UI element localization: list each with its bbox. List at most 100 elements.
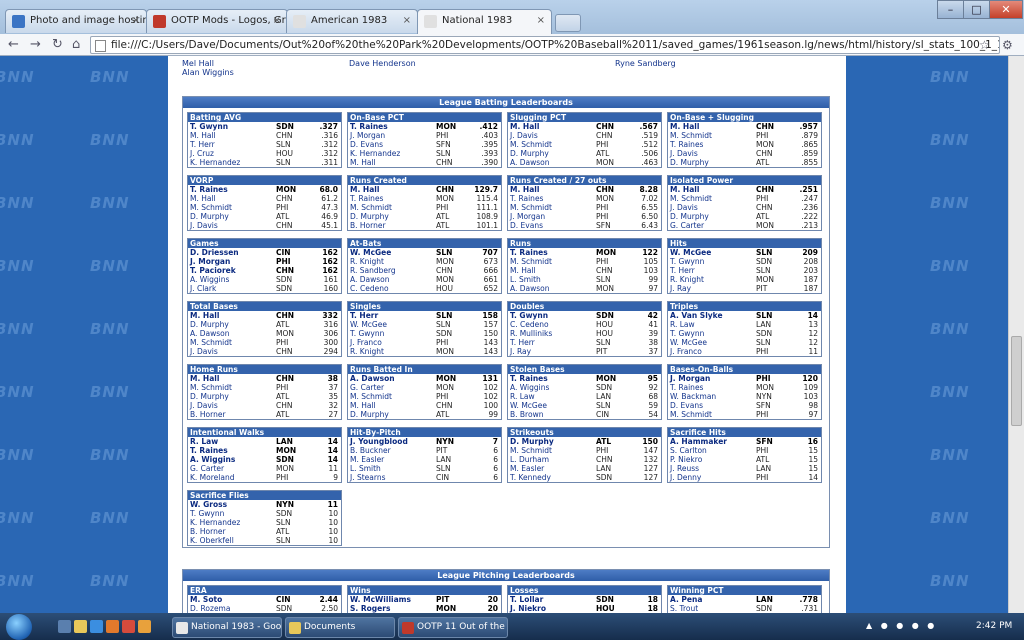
player-link[interactable]: A. Van Slyke [670, 311, 723, 320]
taskbar-window-button[interactable]: National 1983 - Goo... [172, 617, 282, 638]
player-link[interactable]: M. Hall [510, 122, 539, 131]
player-link[interactable]: T. Gwynn [670, 329, 704, 338]
player-link[interactable]: J. Clark [190, 284, 216, 293]
player-link[interactable]: T. Raines [190, 446, 228, 455]
start-button[interactable] [6, 614, 32, 640]
name-link[interactable]: Alan Wiggins [182, 68, 234, 77]
player-link[interactable]: D. Murphy [510, 437, 554, 446]
browser-tab[interactable]: OOTP Mods - Logos, Grap × [146, 9, 288, 33]
tray-icons[interactable]: ▲ ● ● ● ● [866, 621, 937, 630]
reload-icon[interactable]: ↻ [52, 37, 63, 53]
player-link[interactable]: D. Murphy [190, 320, 229, 329]
show-desktop-icon[interactable] [58, 620, 71, 633]
name-link[interactable]: Mel Hall [182, 59, 234, 68]
player-link[interactable]: T. Raines [510, 248, 548, 257]
back-icon[interactable]: ← [8, 37, 19, 53]
player-link[interactable]: M. Schmidt [510, 446, 552, 455]
player-link[interactable]: T. Raines [670, 383, 703, 392]
player-link[interactable]: D. Murphy [350, 410, 389, 419]
player-link[interactable]: M. Schmidt [190, 338, 232, 347]
player-link[interactable]: L. Smith [350, 464, 381, 473]
tab-close-icon[interactable]: × [273, 15, 281, 26]
player-link[interactable]: J. Reuss [670, 464, 699, 473]
name-link[interactable]: Ryne Sandberg [615, 59, 676, 68]
internet-explorer-icon[interactable] [90, 620, 103, 633]
player-link[interactable]: R. Law [190, 437, 218, 446]
player-link[interactable]: W. Gross [190, 500, 227, 509]
player-link[interactable]: T. Kennedy [510, 473, 551, 482]
player-link[interactable]: D. Murphy [670, 212, 709, 221]
player-link[interactable]: K. Hernandez [190, 158, 240, 167]
player-link[interactable]: C. Cedeno [510, 320, 549, 329]
player-link[interactable]: R. Knight [670, 275, 704, 284]
player-link[interactable]: W. Backman [670, 392, 716, 401]
player-link[interactable]: J. Davis [190, 221, 218, 230]
player-link[interactable]: J. Davis [190, 401, 218, 410]
player-link[interactable]: J. Youngblood [350, 437, 408, 446]
player-link[interactable]: K. Hernandez [190, 518, 240, 527]
player-link[interactable]: R. Knight [350, 347, 384, 356]
player-link[interactable]: A. Dawson [510, 284, 550, 293]
taskbar-window-button[interactable]: OOTP 11 Out of the ... [398, 617, 508, 638]
browser-tab[interactable]: American 1983 × [286, 9, 418, 33]
name-link[interactable]: Dave Henderson [349, 59, 416, 68]
player-link[interactable]: G. Carter [670, 221, 704, 230]
bookmark-star-icon[interactable]: ☆ [979, 37, 990, 53]
player-link[interactable]: M. Hall [510, 266, 536, 275]
player-link[interactable]: B. Brown [510, 410, 543, 419]
player-link[interactable]: J. Davis [190, 347, 218, 356]
player-link[interactable]: A. Hammaker [670, 437, 727, 446]
player-link[interactable]: B. Buckner [350, 446, 391, 455]
player-link[interactable]: M. Hall [190, 374, 219, 383]
player-link[interactable]: M. Hall [350, 185, 379, 194]
player-link[interactable]: J. Davis [670, 203, 698, 212]
minimize-button[interactable]: – [937, 0, 964, 19]
player-link[interactable]: D. Evans [350, 140, 383, 149]
player-link[interactable]: J. Morgan [190, 257, 230, 266]
player-link[interactable]: T. Herr [510, 338, 535, 347]
player-link[interactable]: T. Raines [510, 194, 543, 203]
player-link[interactable]: J. Ray [670, 284, 691, 293]
chrome-icon[interactable] [122, 620, 135, 633]
player-link[interactable]: D. Rozema [190, 604, 230, 613]
player-link[interactable]: M. Hall [190, 311, 219, 320]
player-link[interactable]: M. Easler [350, 455, 384, 464]
player-link[interactable]: J. Franco [670, 347, 702, 356]
tab-close-icon[interactable]: × [132, 15, 140, 26]
player-link[interactable]: D. Murphy [350, 212, 389, 221]
player-link[interactable]: W. McGee [510, 401, 547, 410]
new-tab-button[interactable] [555, 14, 581, 32]
player-link[interactable]: S. Rogers [350, 604, 390, 613]
player-link[interactable]: D. Evans [670, 401, 703, 410]
player-link[interactable]: W. McGee [670, 338, 707, 347]
player-link[interactable]: M. Schmidt [510, 257, 552, 266]
player-link[interactable]: A. Wiggins [190, 455, 235, 464]
maximize-button[interactable]: □ [963, 0, 990, 19]
player-link[interactable]: D. Murphy [510, 149, 549, 158]
player-link[interactable]: T. Paciorek [190, 266, 236, 275]
player-link[interactable]: T. Raines [350, 122, 388, 131]
player-link[interactable]: M. Easler [510, 464, 544, 473]
player-link[interactable]: R. Sandberg [350, 266, 396, 275]
player-link[interactable]: M. Schmidt [190, 203, 232, 212]
player-link[interactable]: W. McWilliams [350, 595, 411, 604]
player-link[interactable]: A. Wiggins [510, 383, 549, 392]
player-link[interactable]: K. Oberkfell [190, 536, 234, 545]
player-link[interactable]: M. Hall [670, 122, 699, 131]
player-link[interactable]: R. Mulliniks [510, 329, 552, 338]
player-link[interactable]: R. Knight [350, 257, 384, 266]
player-link[interactable]: T. Lollar [510, 595, 543, 604]
explorer-icon[interactable] [74, 620, 87, 633]
player-link[interactable]: M. Hall [350, 401, 376, 410]
player-link[interactable]: M. Schmidt [510, 203, 552, 212]
player-link[interactable]: J. Davis [670, 149, 698, 158]
player-link[interactable]: M. Schmidt [670, 194, 712, 203]
player-link[interactable]: G. Carter [350, 383, 384, 392]
player-link[interactable]: J. Stearns [350, 473, 386, 482]
player-link[interactable]: S. Trout [670, 604, 698, 613]
player-link[interactable]: D. Evans [510, 221, 543, 230]
player-link[interactable]: M. Hall [510, 185, 539, 194]
player-link[interactable]: J. Davis [510, 131, 538, 140]
player-link[interactable]: T. Raines [350, 194, 383, 203]
player-link[interactable]: B. Horner [190, 410, 226, 419]
